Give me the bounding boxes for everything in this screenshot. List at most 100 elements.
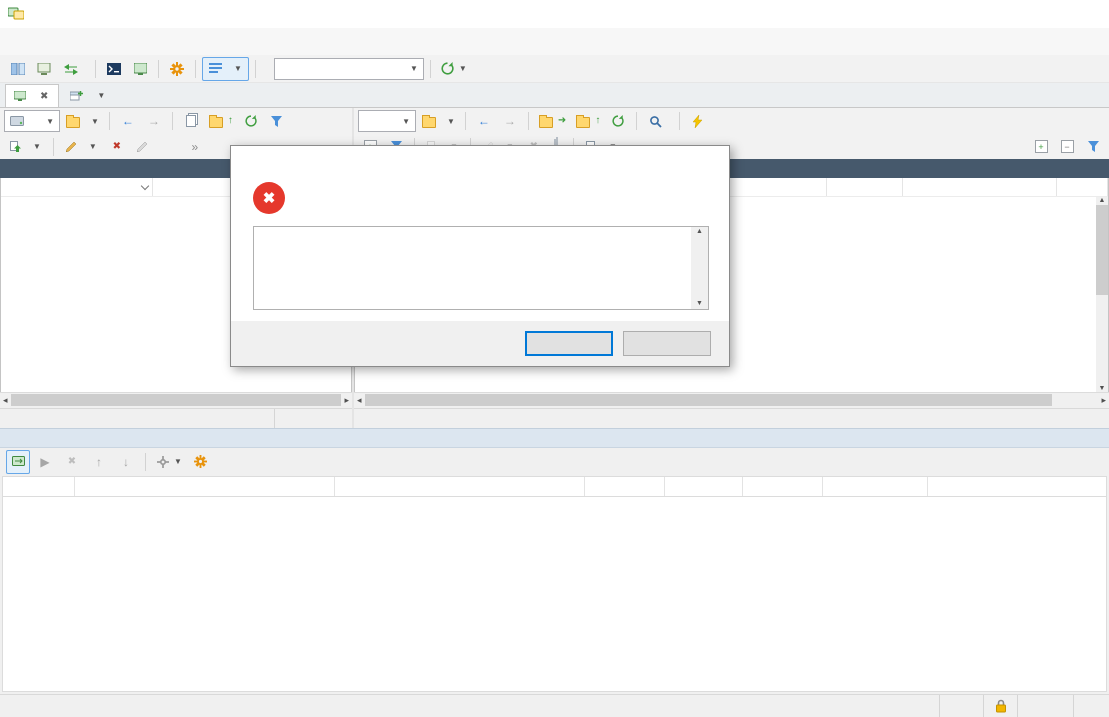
queue-play-icon[interactable]: ▶ [33,450,57,474]
find-files-button[interactable] [643,109,673,133]
bookmark-directory-icon[interactable]: ➜ [535,109,570,133]
filter-icon[interactable] [265,109,289,133]
local-hidden-count[interactable] [274,409,352,428]
local-edit-button[interactable]: ▼ [60,135,103,159]
drive-icon [10,116,24,126]
rename-icon[interactable] [131,135,155,159]
scroll-up-icon[interactable]: ▲ [1099,197,1106,204]
remote-vertical-scrollbar[interactable]: ▲ ▼ [1096,197,1108,392]
dialog-title-bar[interactable] [231,146,729,176]
scroll-left-icon[interactable]: ◂ [3,395,8,406]
chevron-down-icon: ▼ [91,117,99,126]
session-tab-icon [14,91,26,102]
dialog-detail-scrollbar[interactable]: ▲ ▼ [691,227,708,309]
chevron-down-icon: ▼ [97,91,105,100]
scrollbar-thumb[interactable] [11,394,342,406]
open-directory-icon[interactable]: ▼ [418,109,459,133]
parent-directory-icon[interactable]: ↑ [205,109,237,133]
queue-column-progress[interactable] [823,477,928,496]
remote-selection-status [354,409,1109,428]
dialog-help-icon[interactable] [645,146,687,176]
back-icon[interactable]: ← [116,109,140,133]
dialog-close-icon[interactable] [687,146,729,176]
queue-column-speed[interactable] [743,477,823,496]
chevron-down-icon: ▼ [46,117,54,126]
queue-column-transferred[interactable] [585,477,665,496]
upload-button[interactable]: ▼ [4,135,47,159]
scroll-right-icon[interactable]: ▸ [344,395,349,406]
scrollbar-thumb[interactable] [1096,205,1108,295]
new-tab-button[interactable]: ▼ [62,84,113,107]
chevron-down-icon: ▼ [33,142,41,151]
forward-icon[interactable]: → [142,109,166,133]
remote-column-type[interactable] [1057,178,1108,196]
local-selection-status [0,409,274,428]
back-icon[interactable]: ← [472,109,496,133]
session-window-icon[interactable] [32,57,56,81]
queue-delete-icon[interactable]: ✖ [60,450,84,474]
toolbar-overflow-icon[interactable]: » [183,135,207,159]
ok-button[interactable] [525,331,613,356]
chevron-down-icon: ▼ [174,457,182,466]
open-directory-icon[interactable]: ▼ [62,109,103,133]
transfer-settings-combo[interactable]: ▼ [274,58,424,80]
queue-panel-title [0,428,1109,448]
chevron-down-icon: ▼ [402,117,410,126]
scroll-left-icon[interactable]: ◂ [357,395,362,406]
filter-icon[interactable] [1081,135,1105,159]
scroll-up-icon[interactable]: ▲ [696,227,703,237]
remote-column-owner[interactable] [903,178,1057,196]
close-button[interactable] [1063,0,1109,28]
copy-path-icon[interactable] [179,109,203,133]
local-column-name[interactable] [1,178,153,196]
remote-column-rights[interactable] [827,178,903,196]
edit-pencil-icon [66,141,77,152]
queue-move-up-icon[interactable]: ↑ [87,450,111,474]
error-dialog: ✖ ▲ ▼ [230,145,730,367]
queue-options-icon[interactable]: ▼ [153,450,186,474]
synchronize-button[interactable] [58,57,89,81]
commander-layout-icon[interactable] [6,57,30,81]
scroll-right-icon[interactable]: ▸ [1101,395,1106,406]
help-button[interactable] [623,331,711,356]
queue-show-icon[interactable] [6,450,30,474]
refresh-icon[interactable] [606,109,630,133]
queue-column-source[interactable] [75,477,335,496]
refresh-icon[interactable] [239,109,263,133]
local-status-bar [0,408,352,428]
tree-expand-icon[interactable]: + [1029,135,1053,159]
session-tab-active[interactable]: ✖ [5,84,59,107]
sort-chevron-icon [141,181,149,189]
queue-list-header [2,476,1107,497]
add-to-queue-icon[interactable] [686,109,710,133]
chevron-down-icon: ▼ [410,64,418,73]
scroll-down-icon[interactable]: ▼ [696,299,703,309]
preferences-gear-icon[interactable] [165,57,189,81]
scrollbar-thumb[interactable] [365,394,1053,406]
winscp-logo-icon [8,7,24,21]
chevron-down-icon: ▼ [447,117,455,126]
refresh-session-icon[interactable]: ▼ [437,57,471,81]
maximize-button[interactable] [1017,0,1063,28]
minimize-button[interactable] [971,0,1017,28]
delete-icon[interactable]: ✖ [105,135,129,159]
queue-preferences-gear-icon[interactable] [189,450,213,474]
lock-icon [995,699,1007,713]
parent-directory-icon[interactable]: ↑ [572,109,604,133]
chevron-down-icon: ▼ [89,142,97,151]
queue-column-destination[interactable] [335,477,585,496]
tab-close-icon[interactable]: ✖ [38,91,50,102]
forward-icon[interactable]: → [498,109,522,133]
putty-icon[interactable] [128,57,152,81]
terminal-icon[interactable] [102,57,126,81]
scroll-down-icon[interactable]: ▼ [1099,385,1106,392]
queue-column-time[interactable] [665,477,743,496]
local-drive-combo[interactable]: ▼ [4,110,60,132]
remote-directory-combo[interactable]: ▼ [358,110,416,132]
local-horizontal-scrollbar[interactable]: ◂ ▸ [0,392,352,408]
tree-collapse-icon[interactable]: − [1055,135,1079,159]
remote-horizontal-scrollbar[interactable]: ◂ ▸ [354,392,1109,408]
queue-move-down-icon[interactable]: ↓ [114,450,138,474]
queue-column-operation[interactable] [3,477,75,496]
queue-toggle-button[interactable]: ▼ [202,57,249,81]
